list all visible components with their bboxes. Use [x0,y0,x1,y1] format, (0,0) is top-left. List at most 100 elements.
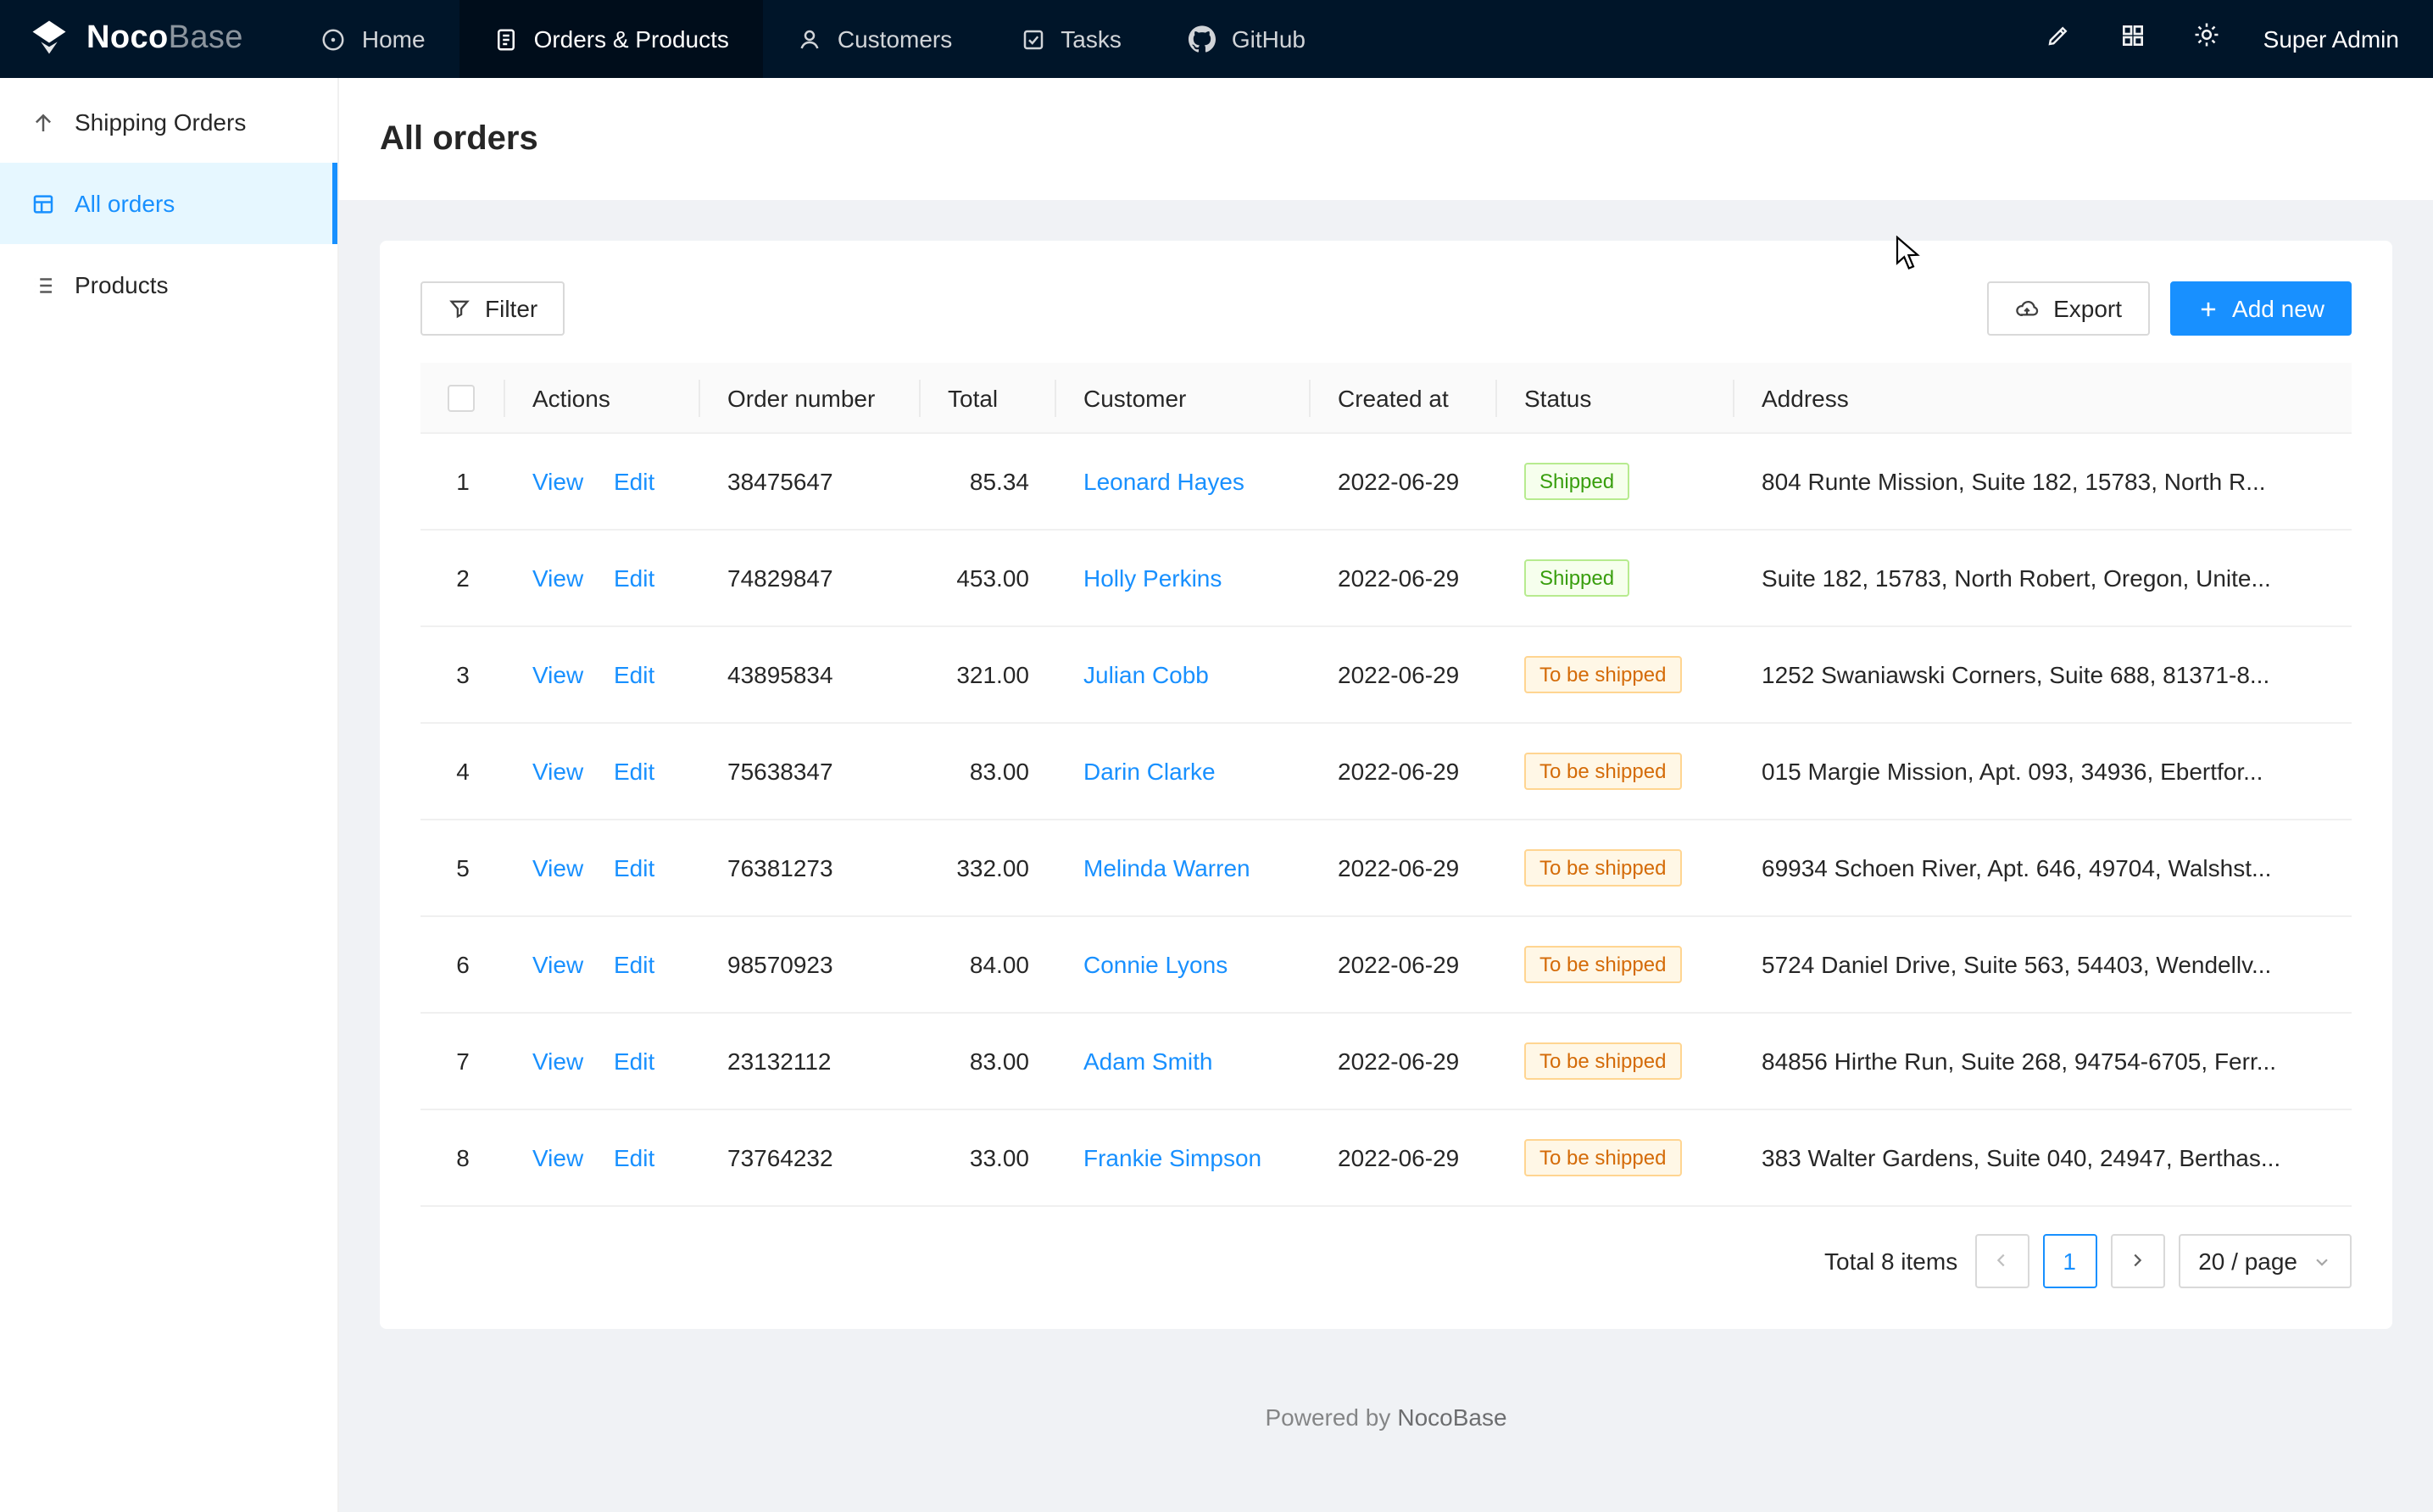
nav-item-orders-products[interactable]: Orders & Products [459,0,763,78]
customer-link[interactable]: Darin Clarke [1083,759,1216,786]
created-at-cell: 2022-06-29 [1311,1014,1497,1110]
view-link[interactable]: View [532,662,583,689]
chevron-right-icon [2128,1248,2146,1276]
nav-item-label: Tasks [1061,25,1122,53]
add-new-button[interactable]: Add new [2169,281,2352,336]
order-number-cell: 38475647 [700,434,921,531]
actions-cell: View Edit [505,820,700,917]
status-cell: To be shipped [1497,1110,1734,1207]
actions-cell: View Edit [505,1110,700,1207]
actions-cell: View Edit [505,434,700,531]
edit-link[interactable]: Edit [614,759,654,786]
customer-link[interactable]: Melinda Warren [1083,855,1250,882]
customer-link[interactable]: Holly Perkins [1083,565,1222,592]
column-header-customer: Customer [1056,363,1311,434]
nav-item-customers[interactable]: Customers [763,0,986,78]
edit-link[interactable]: Edit [614,1048,654,1076]
edit-link[interactable]: Edit [614,565,654,592]
orders-card: Filter Export [380,241,2392,1330]
plugins-button[interactable] [2104,10,2162,68]
sidebar-item-label: All orders [75,190,175,217]
customer-link[interactable]: Connie Lyons [1083,952,1228,979]
view-link[interactable]: View [532,952,583,979]
topbar-right: Super Admin [2029,0,2433,78]
nav-item-label: GitHub [1232,25,1306,53]
sidebar-item-products[interactable]: Products [0,244,337,325]
nocobase-logo[interactable]: NocoBase [0,0,287,78]
status-badge: To be shipped [1524,753,1681,791]
column-header-status: Status [1497,363,1734,434]
customer-cell: Darin Clarke [1056,724,1311,820]
status-cell: Shipped [1497,434,1734,531]
customers-icon [797,26,822,52]
page-size-select[interactable]: 20 / page [2178,1235,2352,1289]
order-number-cell: 98570923 [700,917,921,1014]
address-cell: 015 Margie Mission, Apt. 093, 34936, Ebe… [1734,724,2352,820]
address-cell: 84856 Hirthe Run, Suite 268, 94754-6705,… [1734,1014,2352,1110]
topbar: NocoBase Home Orders & Products [0,0,2433,78]
export-button-label: Export [2053,295,2122,322]
edit-link[interactable]: Edit [614,952,654,979]
edit-link[interactable]: Edit [614,855,654,882]
edit-link[interactable]: Edit [614,469,654,496]
pagination-prev-button[interactable] [1974,1235,2029,1289]
customer-link[interactable]: Julian Cobb [1083,662,1209,689]
filter-button[interactable]: Filter [420,281,565,336]
address-cell: 69934 Schoen River, Apt. 646, 49704, Wal… [1734,820,2352,917]
status-badge: To be shipped [1524,1140,1681,1177]
top-navigation: Home Orders & Products Customers [287,0,1339,78]
pagination-next-button[interactable] [2110,1235,2164,1289]
address-cell: 1252 Swaniawski Corners, Suite 688, 8137… [1734,627,2352,724]
nav-item-tasks[interactable]: Tasks [986,0,1155,78]
edit-link[interactable]: Edit [614,1145,654,1172]
pagination-page-1[interactable]: 1 [2042,1235,2096,1289]
table-row: 6 View Edit 98570923 84.00 Connie Lyons … [420,917,2352,1014]
ui-editor-button[interactable] [2029,10,2087,68]
nav-item-home[interactable]: Home [287,0,459,78]
settings-button[interactable] [2179,10,2236,68]
created-at-cell: 2022-06-29 [1311,917,1497,1014]
layout: Shipping Orders All orders Products [0,78,2433,1512]
view-link[interactable]: View [532,759,583,786]
order-number-cell: 76381273 [700,820,921,917]
address-cell: 383 Walter Gardens, Suite 040, 24947, Be… [1734,1110,2352,1207]
actions-cell: View Edit [505,917,700,1014]
customer-link[interactable]: Frankie Simpson [1083,1145,1261,1172]
nav-item-github[interactable]: GitHub [1155,0,1339,78]
created-at-cell: 2022-06-29 [1311,627,1497,724]
view-link[interactable]: View [532,565,583,592]
logo-text: NocoBase [86,20,243,58]
page-header: All orders [339,78,2433,200]
nocobase-footer-link[interactable]: NocoBase [1397,1404,1506,1431]
customer-cell: Leonard Hayes [1056,434,1311,531]
actions-cell: View Edit [505,1014,700,1110]
view-link[interactable]: View [532,1145,583,1172]
sidebar-item-label: Shipping Orders [75,108,246,136]
filter-button-label: Filter [485,295,537,322]
status-cell: To be shipped [1497,724,1734,820]
sidebar-item-all-orders[interactable]: All orders [0,163,337,244]
view-link[interactable]: View [532,1048,583,1076]
export-button[interactable]: Export [1987,281,2149,336]
view-link[interactable]: View [532,855,583,882]
chevron-left-icon [1992,1248,2011,1276]
nav-item-label: Home [362,25,426,53]
orders-products-icon [493,26,519,52]
add-new-button-label: Add new [2232,295,2324,322]
user-menu[interactable]: Super Admin [2263,25,2399,53]
address-cell: Suite 182, 15783, North Robert, Oregon, … [1734,531,2352,627]
table-row: 8 View Edit 73764232 33.00 Frankie Simps… [420,1110,2352,1207]
order-number-cell: 23132112 [700,1014,921,1110]
customer-link[interactable]: Adam Smith [1083,1048,1213,1076]
select-all-checkbox[interactable] [448,386,475,413]
column-header-order-number: Order number [700,363,921,434]
total-cell: 85.34 [921,434,1056,531]
edit-link[interactable]: Edit [614,662,654,689]
view-link[interactable]: View [532,469,583,496]
customer-cell: Frankie Simpson [1056,1110,1311,1207]
logo-text-light: Base [169,20,243,56]
table-row: 5 View Edit 76381273 332.00 Melinda Warr… [420,820,2352,917]
status-badge: Shipped [1524,464,1629,501]
customer-link[interactable]: Leonard Hayes [1083,469,1244,496]
sidebar-item-shipping-orders[interactable]: Shipping Orders [0,81,337,163]
